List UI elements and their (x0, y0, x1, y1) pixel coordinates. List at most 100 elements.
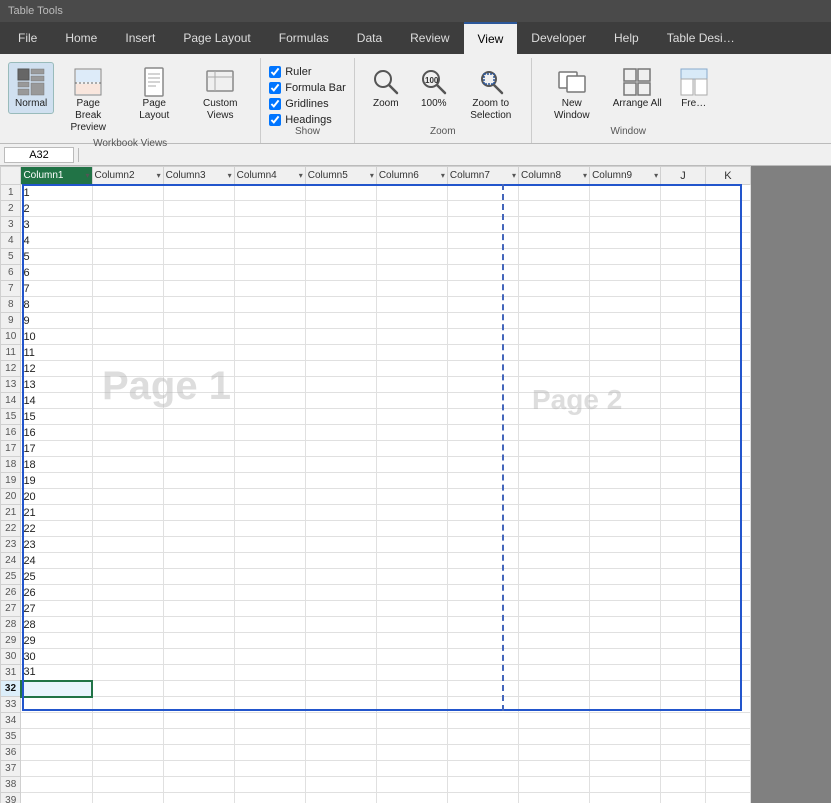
cell-D2[interactable] (234, 201, 305, 217)
cell-J25[interactable] (661, 569, 706, 585)
cell-H19[interactable] (518, 473, 589, 489)
formula-input[interactable] (83, 149, 827, 161)
cell-J30[interactable] (661, 649, 706, 665)
freeze-button[interactable]: Fre… (671, 62, 717, 114)
cell-F38[interactable] (376, 777, 447, 793)
cell-G32[interactable] (447, 681, 518, 697)
cell-J8[interactable] (661, 297, 706, 313)
tab-view[interactable]: View (464, 22, 518, 54)
col-header-J[interactable]: J (661, 167, 706, 185)
headings-checkbox-label[interactable]: Headings (269, 114, 346, 126)
cell-G10[interactable] (447, 329, 518, 345)
cell-E10[interactable] (305, 329, 376, 345)
cell-K25[interactable] (705, 569, 750, 585)
row-num-16[interactable]: 16 (1, 425, 21, 441)
cell-D1[interactable] (234, 185, 305, 201)
cell-E18[interactable] (305, 457, 376, 473)
col-header-F[interactable]: Column6▾ (376, 167, 447, 185)
cell-I1[interactable] (590, 185, 661, 201)
cell-C21[interactable] (163, 505, 234, 521)
cell-J27[interactable] (661, 601, 706, 617)
cell-A24[interactable]: 24 (21, 553, 92, 569)
cell-B34[interactable] (92, 713, 163, 729)
cell-E27[interactable] (305, 601, 376, 617)
formula-bar-checkbox[interactable] (269, 82, 281, 94)
row-num-8[interactable]: 8 (1, 297, 21, 313)
cell-C36[interactable] (163, 745, 234, 761)
cell-A39[interactable] (21, 793, 92, 803)
cell-G20[interactable] (447, 489, 518, 505)
cell-B2[interactable] (92, 201, 163, 217)
cell-K39[interactable] (705, 793, 750, 803)
cell-A14[interactable]: 14 (21, 393, 92, 409)
cell-J13[interactable] (661, 377, 706, 393)
tab-data[interactable]: Data (343, 22, 396, 54)
cell-B4[interactable] (92, 233, 163, 249)
cell-B17[interactable] (92, 441, 163, 457)
cell-G18[interactable] (447, 457, 518, 473)
cell-I6[interactable] (590, 265, 661, 281)
cell-H27[interactable] (518, 601, 589, 617)
cell-E3[interactable] (305, 217, 376, 233)
cell-F2[interactable] (376, 201, 447, 217)
filter-btn-H[interactable]: ▾ (583, 171, 587, 180)
cell-G12[interactable] (447, 361, 518, 377)
cell-B31[interactable] (92, 665, 163, 681)
cell-F18[interactable] (376, 457, 447, 473)
cell-B25[interactable] (92, 569, 163, 585)
tab-table-design[interactable]: Table Desi… (653, 22, 749, 54)
cell-C15[interactable] (163, 409, 234, 425)
cell-K16[interactable] (705, 425, 750, 441)
cell-B27[interactable] (92, 601, 163, 617)
cell-B12[interactable] (92, 361, 163, 377)
cell-A36[interactable] (21, 745, 92, 761)
cell-J26[interactable] (661, 585, 706, 601)
cell-E9[interactable] (305, 313, 376, 329)
cell-H22[interactable] (518, 521, 589, 537)
cell-E37[interactable] (305, 761, 376, 777)
cell-A28[interactable]: 28 (21, 617, 92, 633)
cell-J9[interactable] (661, 313, 706, 329)
col-header-A[interactable]: Column1▾ (21, 167, 92, 185)
row-num-11[interactable]: 11 (1, 345, 21, 361)
cell-G2[interactable] (447, 201, 518, 217)
cell-F1[interactable] (376, 185, 447, 201)
cell-J14[interactable] (661, 393, 706, 409)
cell-I18[interactable] (590, 457, 661, 473)
cell-I10[interactable] (590, 329, 661, 345)
cell-D36[interactable] (234, 745, 305, 761)
cell-C29[interactable] (163, 633, 234, 649)
cell-B5[interactable] (92, 249, 163, 265)
cell-D26[interactable] (234, 585, 305, 601)
cell-G7[interactable] (447, 281, 518, 297)
formula-bar-checkbox-label[interactable]: Formula Bar (269, 82, 346, 94)
col-header-H[interactable]: Column8▾ (518, 167, 589, 185)
cell-C11[interactable] (163, 345, 234, 361)
cell-H17[interactable] (518, 441, 589, 457)
cell-I5[interactable] (590, 249, 661, 265)
cell-C4[interactable] (163, 233, 234, 249)
cell-K29[interactable] (705, 633, 750, 649)
cell-C22[interactable] (163, 521, 234, 537)
cell-H39[interactable] (518, 793, 589, 803)
tab-help[interactable]: Help (600, 22, 653, 54)
cell-H14[interactable] (518, 393, 589, 409)
cell-I26[interactable] (590, 585, 661, 601)
cell-K17[interactable] (705, 441, 750, 457)
arrange-all-button[interactable]: Arrange All (606, 62, 669, 114)
cell-A30[interactable]: 30 (21, 649, 92, 665)
cell-H23[interactable] (518, 537, 589, 553)
cell-E23[interactable] (305, 537, 376, 553)
cell-E30[interactable] (305, 649, 376, 665)
row-num-26[interactable]: 26 (1, 585, 21, 601)
cell-A23[interactable]: 23 (21, 537, 92, 553)
cell-F39[interactable] (376, 793, 447, 803)
cell-J33[interactable] (661, 697, 706, 713)
cell-F22[interactable] (376, 521, 447, 537)
cell-E32[interactable] (305, 681, 376, 697)
cell-I3[interactable] (590, 217, 661, 233)
zoom-button[interactable]: Zoom (363, 62, 409, 114)
cell-H18[interactable] (518, 457, 589, 473)
cell-H9[interactable] (518, 313, 589, 329)
cell-A8[interactable]: 8 (21, 297, 92, 313)
